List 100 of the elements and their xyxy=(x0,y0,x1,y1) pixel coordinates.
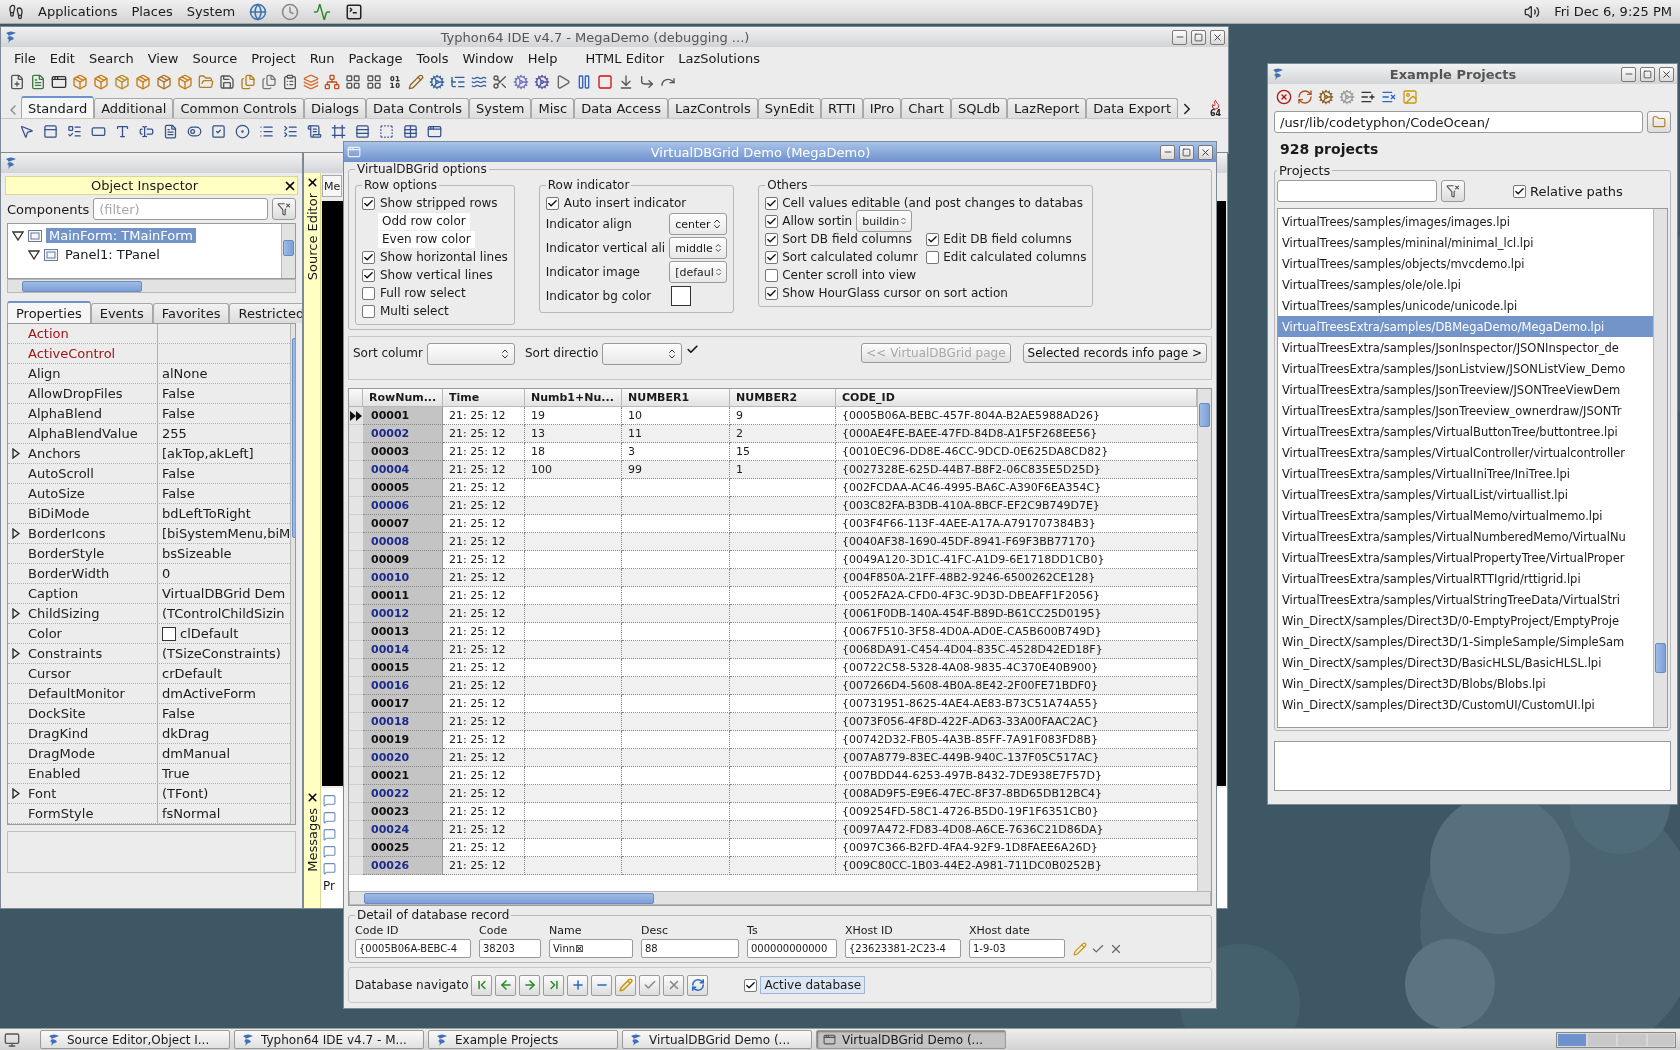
radiogroup-icon[interactable] xyxy=(355,124,370,139)
scrollbar[interactable] xyxy=(349,891,1211,905)
column-header[interactable]: NUMBER2 xyxy=(730,389,836,407)
checkbox[interactable] xyxy=(765,268,779,282)
list-item[interactable]: VirtualTrees/samples/images/images.lpi xyxy=(1278,211,1653,232)
taskbar-item[interactable]: Example Projects xyxy=(428,1030,618,1049)
close-button[interactable] xyxy=(1210,29,1225,45)
delete-button[interactable] xyxy=(591,974,613,996)
filter-field[interactable] xyxy=(1277,180,1437,202)
palette-tab[interactable]: Additional xyxy=(94,98,174,118)
clear-filter-button[interactable] xyxy=(1441,180,1465,202)
palette-tab[interactable]: Misc xyxy=(531,98,575,118)
checkbox[interactable] xyxy=(765,250,779,264)
panel-menu[interactable]: Applications xyxy=(38,4,118,19)
list-item[interactable]: VirtualTreesExtra/samples/VirtualRTTIgrid/rttigrid.lpi xyxy=(1278,568,1653,589)
palette-tab[interactable]: Chart xyxy=(901,98,951,118)
palette-tab[interactable]: Common Controls xyxy=(173,98,304,118)
browse-button[interactable] xyxy=(1647,111,1671,133)
column-header[interactable]: NUMBER1 xyxy=(622,389,730,407)
clock-icon[interactable] xyxy=(281,2,300,21)
taskbar-item[interactable]: Source Editor,Object I... xyxy=(40,1030,230,1049)
input-field[interactable]: Vinn⊠ xyxy=(549,939,633,958)
package-icon[interactable] xyxy=(135,73,151,90)
grid-icon[interactable] xyxy=(366,73,382,90)
gear-icon[interactable] xyxy=(534,73,550,90)
network-icon[interactable] xyxy=(324,73,340,90)
list-item[interactable]: VirtualTreesExtra/samples/VirtualIniTree/IniTree.lpi xyxy=(1278,463,1653,484)
checkbox[interactable] xyxy=(926,250,940,264)
tab[interactable]: Properties xyxy=(7,301,91,323)
step-icon[interactable] xyxy=(639,73,655,90)
play-icon[interactable] xyxy=(555,73,571,90)
checkbox[interactable] xyxy=(744,978,758,992)
pause-icon[interactable] xyxy=(576,73,592,90)
menu-item[interactable]: Edit xyxy=(42,50,82,66)
list-item[interactable]: Win_DirectX/samples/Direct3D/Blobs/Blobs.lpi xyxy=(1278,673,1653,694)
list-item[interactable]: VirtualTreesExtra/samples/VirtualList/virtuallist.lpi xyxy=(1278,484,1653,505)
palette-tab[interactable]: Data Controls xyxy=(366,98,469,118)
taskbar-item[interactable]: Typhon64 IDE v4.7 - M... xyxy=(234,1030,424,1049)
new-file-icon[interactable] xyxy=(9,73,25,90)
scrollbar[interactable] xyxy=(1653,209,1667,727)
panel-menu[interactable]: System xyxy=(186,4,236,19)
button-icon[interactable] xyxy=(91,124,106,139)
list-item[interactable]: VirtualTreesExtra/samples/VirtualMemo/virtualmemo.lpi xyxy=(1278,505,1653,526)
package-icon[interactable] xyxy=(72,73,88,90)
show-desktop-icon[interactable] xyxy=(4,1031,20,1048)
list-item[interactable]: VirtualTrees/samples/objects/mvcdemo.lpi xyxy=(1278,253,1653,274)
globe-icon[interactable] xyxy=(249,2,268,21)
menu-item[interactable]: View xyxy=(140,50,186,66)
refresh-icon[interactable] xyxy=(1297,88,1313,105)
checkbox[interactable] xyxy=(545,196,559,210)
editor-tab[interactable]: Me xyxy=(322,175,343,197)
input-field[interactable]: 1-9-03 xyxy=(969,939,1065,958)
last-button[interactable] xyxy=(543,974,565,996)
list-item[interactable]: VirtualTreesExtra/samples/VirtualStringTreeData/VirtualStri xyxy=(1278,589,1653,610)
palette-tab[interactable]: IPro xyxy=(862,98,902,118)
label-icon[interactable] xyxy=(115,124,130,139)
package-icon[interactable] xyxy=(156,73,172,90)
first-button[interactable] xyxy=(471,974,493,996)
checkbox[interactable] xyxy=(765,232,779,246)
dropdown[interactable]: buildin xyxy=(856,210,913,232)
checkbox[interactable] xyxy=(362,268,375,282)
panel-icon[interactable] xyxy=(379,124,394,139)
edit-button[interactable] xyxy=(615,974,637,996)
menu-item[interactable]: File xyxy=(7,50,43,66)
palette-tab[interactable]: Data Access xyxy=(574,98,668,118)
minimize-button[interactable] xyxy=(1621,66,1636,82)
menu-item[interactable]: Help xyxy=(520,50,565,66)
terminal-icon[interactable] xyxy=(345,2,364,21)
taskbar-item[interactable]: VirtualDBGrid Demo (... xyxy=(622,1030,812,1049)
list-item[interactable]: Win_DirectX/samples/Direct3D/CustomUI/CustomUI.lpi xyxy=(1278,694,1653,715)
groupbox-icon[interactable] xyxy=(331,124,346,139)
list-item[interactable]: VirtualTreesExtra/samples/JsonTreeview/JSONTreeViewDem xyxy=(1278,379,1653,400)
minimize-button[interactable] xyxy=(1160,144,1175,160)
column-header[interactable]: RowNum... xyxy=(363,389,443,407)
palette-tab[interactable]: RTTI xyxy=(821,98,863,118)
file-icon[interactable] xyxy=(30,73,46,90)
tab[interactable]: Favorites xyxy=(152,303,230,323)
clock[interactable]: Fri Dec 6, 9:25 PM xyxy=(1554,4,1672,19)
folder-icon[interactable] xyxy=(198,73,214,90)
expand-icon[interactable] xyxy=(12,788,20,799)
input-field[interactable]: 000000000000 xyxy=(747,939,837,958)
checkbox[interactable] xyxy=(362,196,375,210)
checkbox[interactable] xyxy=(1513,184,1526,198)
list-item[interactable]: VirtualTreesExtra/samples/JsonTreeview_ownerdraw/JSONTr xyxy=(1278,400,1653,421)
previous-button[interactable] xyxy=(495,974,517,996)
column-header[interactable]: Time xyxy=(443,389,525,407)
close-button[interactable] xyxy=(1659,66,1674,82)
grid-icon[interactable] xyxy=(345,73,361,90)
combobox-icon[interactable] xyxy=(283,124,298,139)
path-field[interactable]: /usr/lib/codetyphon/CodeOcean/ xyxy=(1274,111,1643,133)
tab[interactable]: Events xyxy=(90,303,153,323)
stop-icon[interactable] xyxy=(597,73,613,90)
menu-item[interactable]: Source xyxy=(185,50,245,66)
checkbox[interactable] xyxy=(926,232,940,246)
edit-icon[interactable] xyxy=(139,124,154,139)
maximize-button[interactable] xyxy=(1640,66,1655,82)
close-icon[interactable] xyxy=(305,176,319,189)
volume-icon[interactable] xyxy=(1524,3,1541,20)
list-item[interactable]: VirtualTreesExtra/samples/VirtualButtonTree/buttontree.lpi xyxy=(1278,421,1653,442)
list-item[interactable]: VirtualTrees/samples/ole/ole.lpi xyxy=(1278,274,1653,295)
